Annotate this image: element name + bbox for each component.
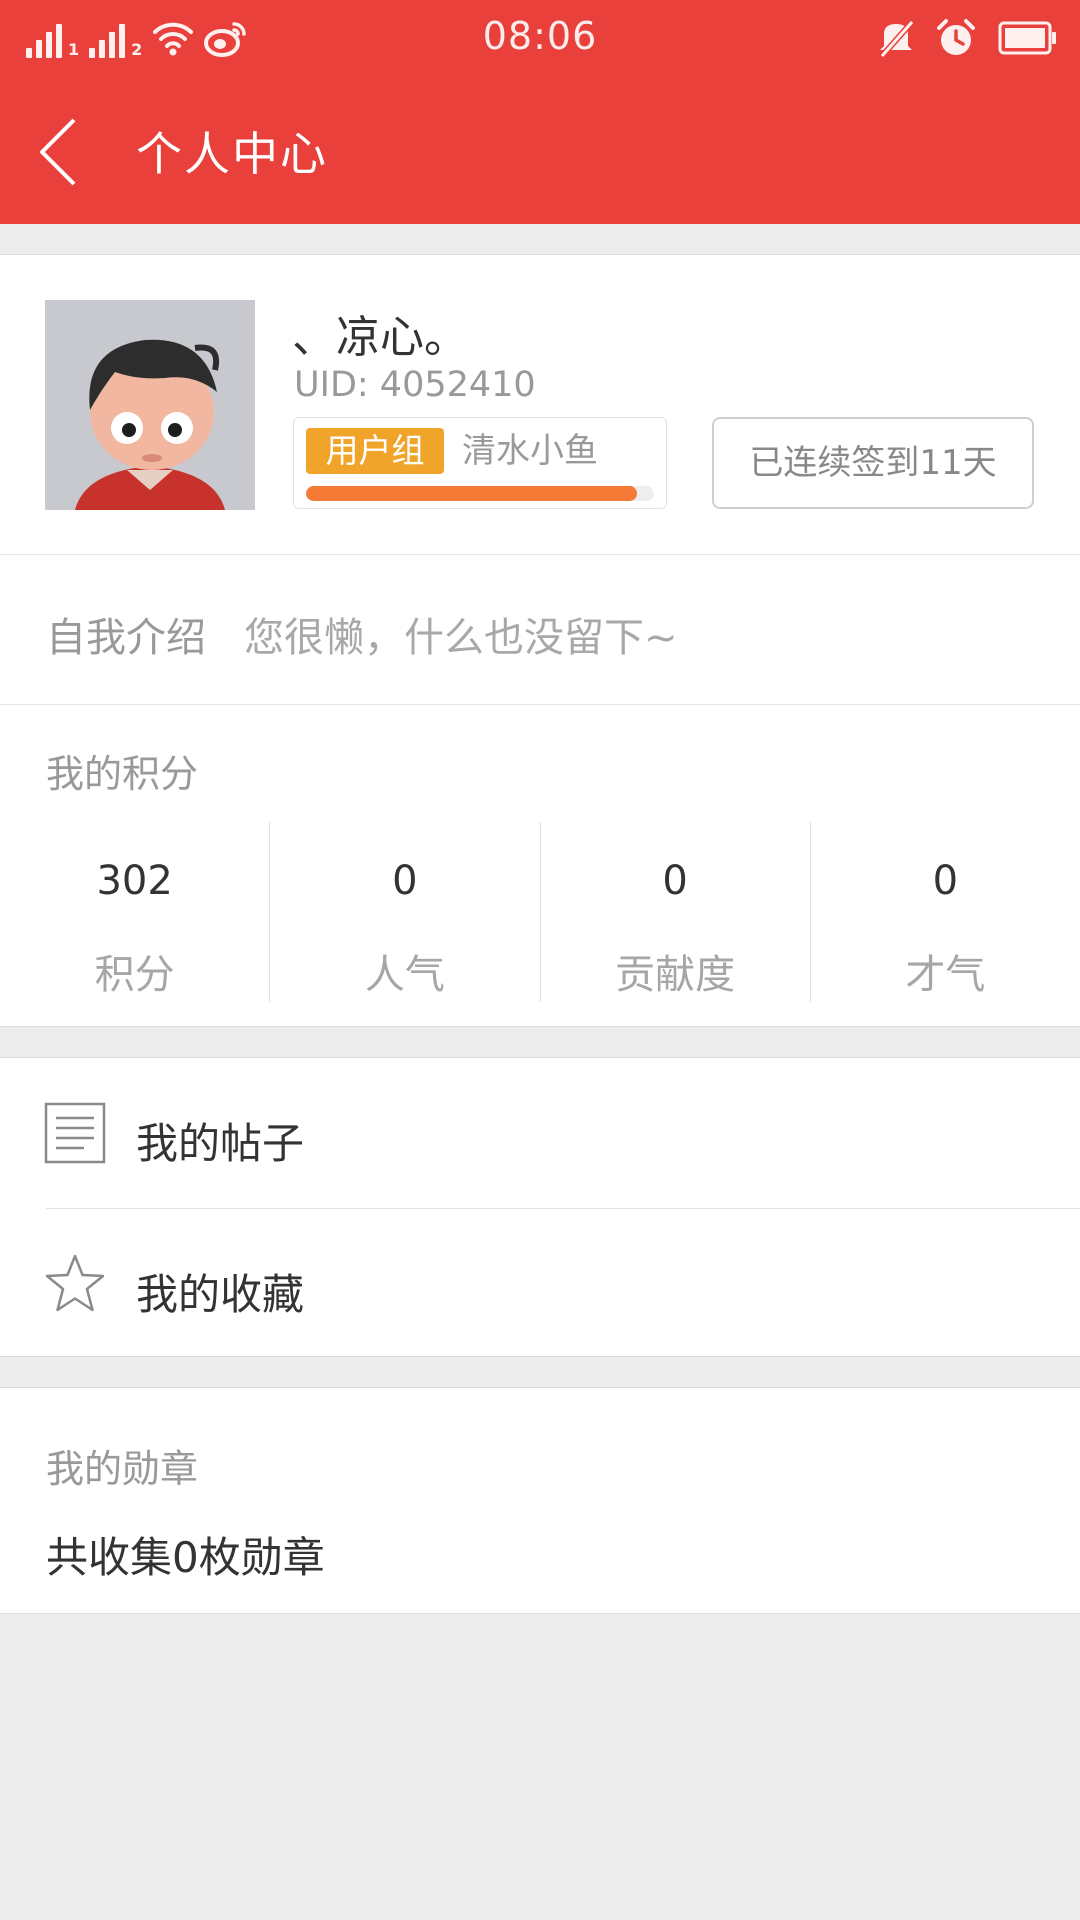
back-button[interactable] [30,110,90,194]
menu-item-my-posts[interactable]: 我的帖子 [0,1058,1080,1208]
profile-card: 、凉心。 UID: 4052410 用户组 清水小鱼 已连续签到11天 [0,254,1080,555]
stat-label: 人气 [364,952,445,998]
self-intro-row[interactable]: 自我介绍 您很懒，什么也没留下~ [0,554,1080,705]
menu-item-label: 我的收藏 [136,1270,305,1319]
user-uid: UID: 4052410 [294,365,536,405]
intro-text: 您很懒，什么也没留下~ [244,615,678,661]
intro-label: 自我介绍 [46,615,206,661]
document-icon [44,1102,106,1164]
menu-list: 我的帖子 我的收藏 [0,1057,1080,1357]
points-stats: 302 积分 0 人气 0 贡献度 0 才气 [0,822,1080,1002]
mute-icon [879,20,914,58]
chevron-left-icon [40,118,76,186]
user-group-name: 清水小鱼 [462,431,598,471]
user-group-tag: 用户组 [306,428,444,474]
medals-count: 共收集0枚勋章 [46,1533,325,1582]
stat-value: 0 [662,858,688,904]
stat-value: 0 [932,858,959,904]
page-title: 个人中心 [136,127,328,181]
medals-title: 我的勋章 [46,1447,199,1491]
app-header: 1 2 08:06 个人中心 [0,0,1080,224]
stat-popularity[interactable]: 0 人气 [269,822,539,1002]
star-icon [45,1254,105,1312]
nav-bar: 个人中心 [0,80,1080,224]
points-title: 我的积分 [46,752,199,796]
menu-item-label: 我的帖子 [136,1119,305,1168]
stat-label: 积分 [94,952,175,998]
alarm-icon [937,19,975,55]
level-progress-bar [306,486,654,501]
username: 、凉心。 [292,312,468,363]
level-progress-fill [306,486,637,501]
stat-talent[interactable]: 0 才气 [809,822,1080,1002]
stat-points[interactable]: 302 积分 [0,822,269,1002]
stat-contribution[interactable]: 0 贡献度 [539,822,810,1002]
menu-item-my-favorites[interactable]: 我的收藏 [0,1209,1080,1359]
status-right [878,16,1058,60]
stat-label: 贡献度 [615,952,736,998]
stat-label: 才气 [905,952,986,998]
user-group-box: 用户组 清水小鱼 [293,417,667,509]
points-card: 我的积分 302 积分 0 人气 0 贡献度 0 才气 [0,705,1080,1027]
avatar-image [45,300,255,510]
battery-icon [998,21,1056,55]
status-bar: 1 2 08:06 [0,0,1080,80]
checkin-button[interactable]: 已连续签到11天 [712,417,1034,509]
stat-value: 0 [392,858,418,904]
avatar[interactable] [45,300,255,510]
medals-card[interactable]: 我的勋章 共收集0枚勋章 [0,1387,1080,1614]
stat-value: 302 [96,858,173,904]
